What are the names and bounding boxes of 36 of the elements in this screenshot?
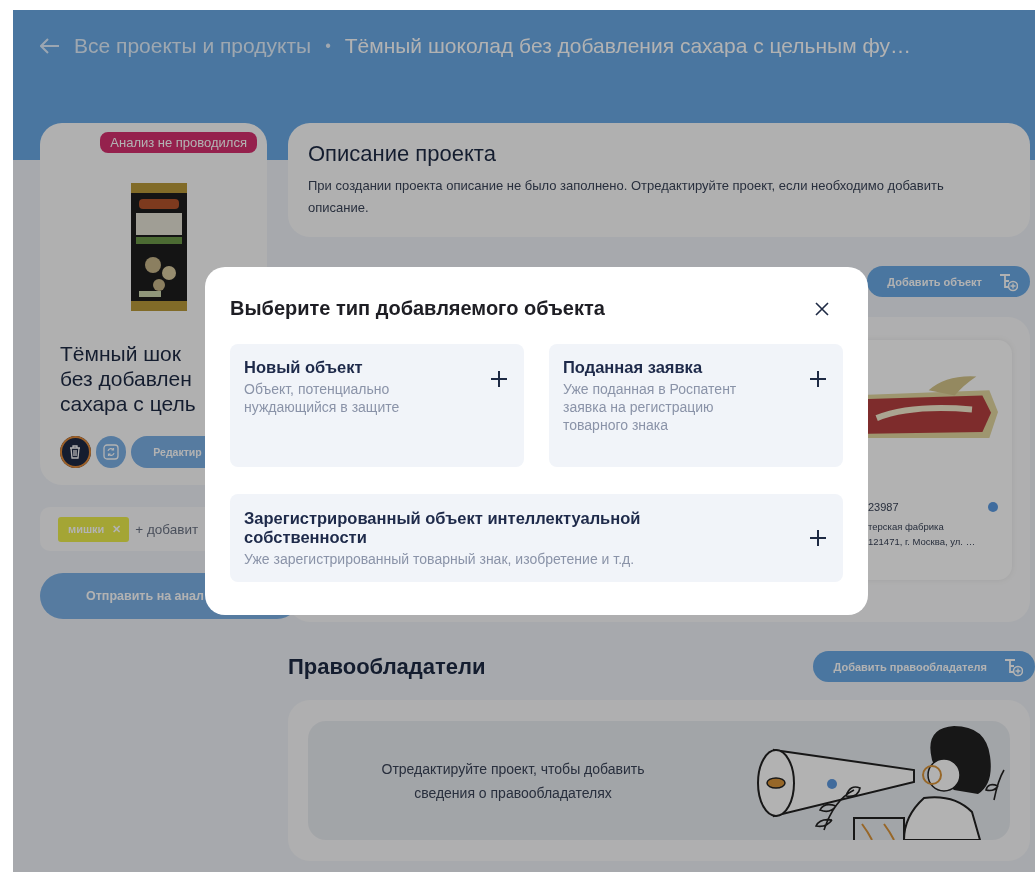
- add-holder-button[interactable]: Добавить правообладателя: [813, 651, 1035, 682]
- close-icon[interactable]: [815, 301, 829, 316]
- tag-label: мишки: [68, 523, 105, 535]
- object-owner: терская фабрика: [868, 521, 945, 532]
- empty-state-text: Отредактируйте проект, чтобы добавить сведения о правообладателях: [380, 759, 646, 803]
- page-title: Тёмный шоколад без добавления сахара с цельным фу…: [344, 34, 912, 58]
- add-tag-link[interactable]: + добавит: [135, 521, 199, 537]
- add-tree-icon: [1003, 656, 1023, 677]
- section-title: Правообладатели: [288, 653, 486, 680]
- plus-icon: [490, 370, 508, 388]
- section-title: Описание проекта: [308, 141, 497, 167]
- plus-icon: [809, 529, 827, 547]
- breadcrumb-separator: •: [325, 37, 331, 55]
- object-type-option[interactable]: Зарегистрированный объект интеллектуальной собственности Уже зарегистрированный товарный знак, изобретение и т.д.: [230, 494, 843, 582]
- option-title: Новый объект: [244, 358, 364, 377]
- status-badge: Анализ не проводился: [100, 132, 257, 153]
- option-description: Уже зарегистрированный товарный знак, изобретение и т.д.: [244, 549, 636, 568]
- project-title: без добавлен: [60, 366, 192, 391]
- breadcrumb-link[interactable]: Все проекты и продукты: [74, 34, 312, 58]
- object-number: 23987: [868, 501, 899, 513]
- option-description: Объект, потенциально нуждающийся в защите: [244, 380, 401, 416]
- option-description: Уже поданная в Роспатент заявка на регистрацию товарного знака: [563, 380, 738, 434]
- add-object-button[interactable]: Добавить объект: [867, 266, 1030, 297]
- project-title: Тёмный шок: [60, 341, 181, 366]
- object-type-option[interactable]: Новый объект Объект, потенциально нуждающийся в защите: [230, 344, 524, 467]
- refresh-icon: [103, 444, 119, 460]
- object-address: 121471, г. Москва, ул. …: [868, 536, 977, 547]
- trash-icon: [69, 445, 82, 459]
- delete-button[interactable]: [60, 436, 91, 468]
- add-tree-icon: [998, 271, 1018, 292]
- dialog-title: Выберите тип добавляемого объекта: [230, 297, 605, 320]
- plus-icon: [809, 370, 827, 388]
- project-title: сахара с цель: [60, 391, 196, 416]
- description-text: При создании проекта описание не было заполнено. Отредактируйте проект, если необходимо добавить описание.: [308, 177, 945, 217]
- option-title: Поданная заявка: [563, 358, 704, 377]
- object-type-option[interactable]: Поданная заявка Уже поданная в Роспатент заявка на регистрацию товарного знака: [549, 344, 843, 467]
